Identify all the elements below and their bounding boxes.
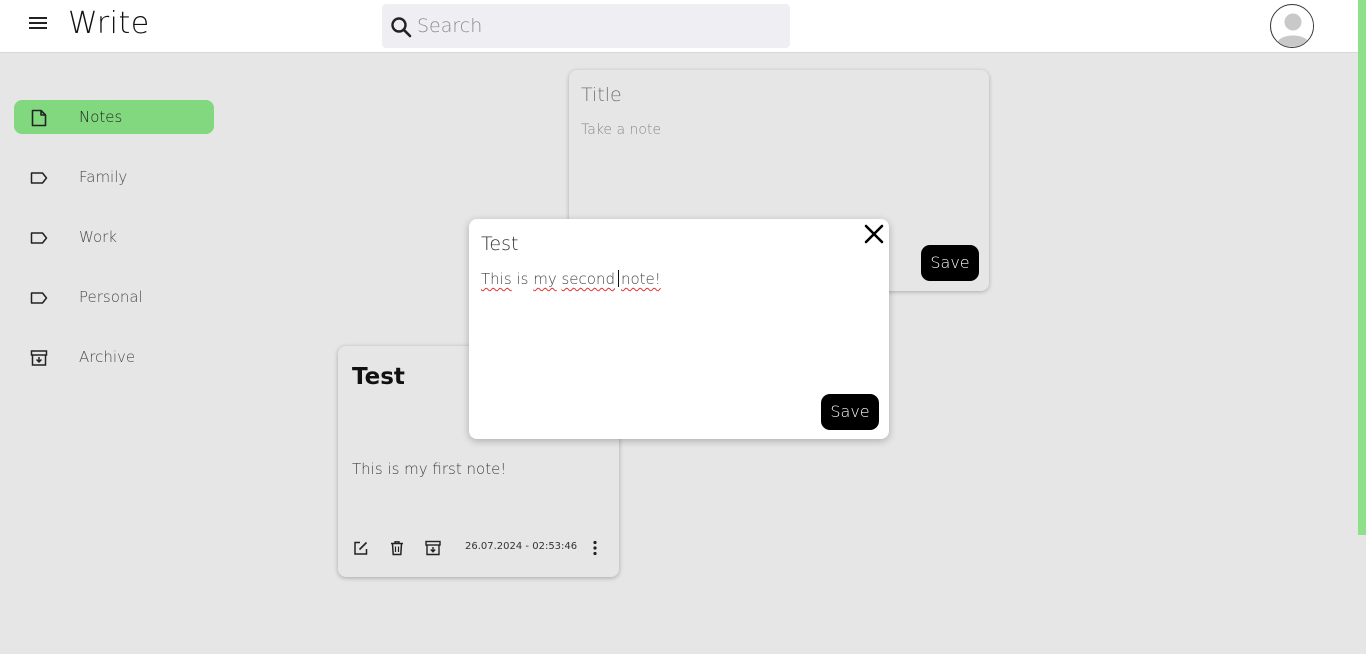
modal-save-button[interactable]: Save (821, 394, 879, 430)
sidebar-item-label: Work (79, 228, 117, 246)
note-icon (31, 109, 47, 127)
sidebar-item-work[interactable]: Work (14, 220, 214, 254)
note-timestamp: 26.07.2024 - 02:53:46 (465, 541, 578, 552)
modal-body-word: second (561, 270, 615, 288)
sidebar-item-family[interactable]: Family (14, 160, 214, 194)
sidebar: Notes Family Work Personal Archive (14, 100, 214, 400)
search-icon[interactable] (389, 15, 413, 39)
sidebar-item-label: Personal (79, 288, 143, 306)
close-icon[interactable] (863, 223, 885, 245)
app-title: Write (68, 6, 150, 41)
label-icon (30, 232, 48, 244)
edit-note-modal: Test This is my second note! Save (469, 219, 889, 439)
archive-icon (30, 350, 48, 366)
composer-body-placeholder[interactable]: Take a note (581, 122, 661, 138)
user-avatar-icon (1272, 6, 1313, 47)
scrollbar-thumb[interactable] (1358, 0, 1366, 535)
top-bar: Write (0, 0, 1358, 53)
search-bar (382, 4, 790, 48)
archive-icon[interactable] (424, 539, 442, 557)
avatar[interactable] (1270, 4, 1314, 48)
more-vertical-icon[interactable] (586, 539, 604, 557)
scrollbar-track[interactable] (1358, 535, 1366, 654)
modal-body-word: note! (620, 270, 661, 288)
menu-icon[interactable] (27, 13, 51, 35)
sidebar-item-label: Notes (79, 108, 123, 126)
note-title: Test (352, 364, 405, 390)
composer-title-placeholder[interactable]: Title (581, 84, 622, 106)
modal-body-word: is (516, 270, 529, 288)
modal-title-input[interactable]: Test (481, 233, 518, 255)
sidebar-item-label: Archive (79, 348, 136, 366)
label-icon (30, 292, 48, 304)
note-body: This is my first note! (352, 460, 507, 478)
sidebar-item-label: Family (79, 168, 128, 186)
modal-body-word: This (481, 270, 512, 288)
trash-icon[interactable] (388, 539, 406, 557)
text-cursor (617, 270, 619, 287)
sidebar-item-archive[interactable]: Archive (14, 340, 214, 374)
note-actions: 26.07.2024 - 02:53:46 (352, 538, 610, 558)
modal-body-input[interactable]: This is my second note! (481, 270, 661, 288)
search-input[interactable] (417, 4, 777, 48)
label-icon (30, 172, 48, 184)
sidebar-item-personal[interactable]: Personal (14, 280, 214, 314)
composer-save-button[interactable]: Save (921, 245, 979, 281)
edit-icon[interactable] (352, 539, 370, 557)
modal-body-word: my (533, 270, 557, 288)
sidebar-item-notes[interactable]: Notes (14, 100, 214, 134)
